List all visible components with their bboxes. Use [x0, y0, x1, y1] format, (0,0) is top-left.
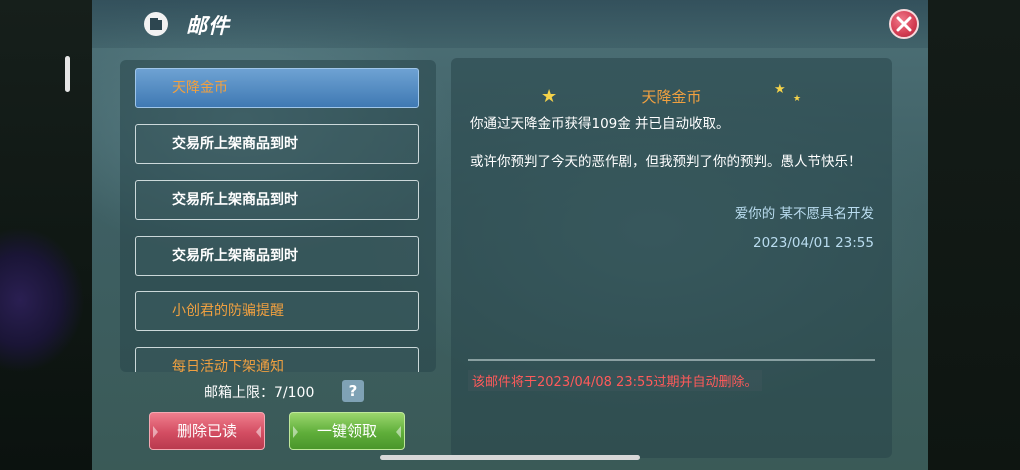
- title-bar: 邮件: [92, 0, 928, 48]
- button-notch-left: [153, 426, 158, 438]
- button-notch-right: [396, 426, 401, 438]
- side-drag-handle[interactable]: [65, 56, 70, 92]
- mail-window: 邮件 天降金币 交易所上架商品到时 交易所上架商品到时 交易所上架商品到时 小创…: [92, 0, 928, 470]
- delete-read-button[interactable]: 删除已读: [149, 412, 265, 450]
- button-notch-left: [293, 426, 298, 438]
- close-button[interactable]: [889, 9, 919, 39]
- mail-item[interactable]: 每日活动下架通知: [135, 347, 419, 372]
- delete-read-label: 删除已读: [176, 422, 237, 440]
- collect-all-button[interactable]: 一键领取: [289, 412, 405, 450]
- mail-body-line1: 你通过天降金币获得109金 并已自动收取。: [470, 116, 730, 132]
- capacity-label: 邮箱上限：: [204, 385, 274, 401]
- mail-item-selected[interactable]: 天降金币: [135, 68, 419, 108]
- game-world-left: [0, 0, 92, 470]
- help-icon[interactable]: ?: [342, 380, 364, 402]
- mail-title: 天降金币: [641, 88, 702, 106]
- mail-item[interactable]: 交易所上架商品到时: [135, 180, 419, 220]
- button-notch-right: [256, 426, 261, 438]
- mailbox-capacity: 邮箱上限：7/100: [204, 382, 314, 402]
- divider: [468, 359, 875, 361]
- home-indicator[interactable]: [380, 455, 640, 460]
- mail-list[interactable]: 天降金币 交易所上架商品到时 交易所上架商品到时 交易所上架商品到时 小创君的防…: [120, 60, 436, 372]
- capacity-value: 7/100: [274, 385, 315, 401]
- close-icon: [896, 16, 912, 32]
- game-world-right: [928, 0, 1020, 470]
- window-title: 邮件: [186, 14, 230, 38]
- collect-all-label: 一键领取: [316, 422, 377, 440]
- mail-detail-panel: ★ ★ ★ 天降金币 你通过天降金币获得109金 并已自动收取。 或许你预判了今…: [451, 58, 892, 458]
- mail-item[interactable]: 小创君的防骗提醒: [135, 291, 419, 331]
- expire-notice: 该邮件将于2023/04/08 23:55过期并自动删除。: [468, 370, 762, 391]
- mail-signature: 爱你的 某不愿具名开发: [734, 206, 874, 222]
- mail-date: 2023/04/01 23:55: [752, 235, 874, 251]
- mail-body-line2: 或许你预判了今天的恶作剧，但我预判了你的预判。愚人节快乐！: [470, 154, 862, 170]
- mail-item[interactable]: 交易所上架商品到时: [135, 236, 419, 276]
- mail-icon: [144, 12, 168, 36]
- mail-item[interactable]: 交易所上架商品到时: [135, 124, 419, 164]
